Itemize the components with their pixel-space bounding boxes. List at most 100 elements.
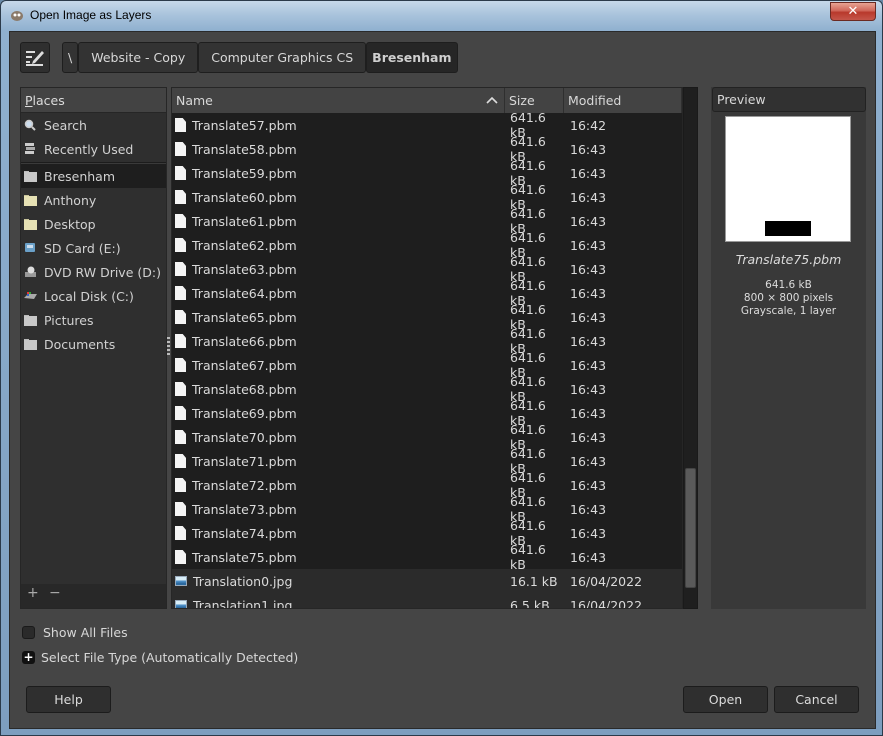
file-row[interactable]: Translate73.pbm 641.6 kB 16:43: [172, 494, 682, 524]
place-label: DVD RW Drive (D:): [44, 264, 161, 280]
place-item[interactable]: SD Card (E:): [21, 236, 166, 260]
open-button[interactable]: Open: [683, 686, 768, 713]
file-row[interactable]: Translate62.pbm 641.6 kB 16:43: [172, 230, 682, 260]
file-name: Translate68.pbm: [192, 381, 297, 397]
dvd-drive-icon: [24, 266, 38, 278]
image-file-icon: [175, 576, 187, 586]
file-row[interactable]: Translate68.pbm 641.6 kB 16:43: [172, 374, 682, 404]
breadcrumb-item[interactable]: Computer Graphics CS: [198, 42, 367, 73]
select-file-type-expander[interactable]: + Select File Type (Automatically Detect…: [22, 650, 298, 665]
file-list: Name Size Modified Translate57.pbm 641.6 …: [171, 87, 683, 609]
place-item[interactable]: Pictures: [21, 308, 166, 332]
file-row[interactable]: Translate67.pbm 641.6 kB 16:43: [172, 350, 682, 380]
file-name-cell: Translate59.pbm: [172, 166, 505, 181]
file-name: Translate63.pbm: [192, 261, 297, 277]
place-item[interactable]: Bresenham: [21, 164, 166, 188]
file-modified: 16:43: [570, 237, 607, 253]
breadcrumb-item[interactable]: Website - Copy: [78, 42, 199, 73]
file-row[interactable]: Translate59.pbm 641.6 kB 16:43: [172, 158, 682, 188]
file-modified: 16:43: [570, 333, 607, 349]
local-disk-icon: [24, 290, 38, 302]
folder-icon: [24, 338, 38, 350]
file-row[interactable]: Translate72.pbm 641.6 kB 16:43: [172, 470, 682, 500]
file-rows: Translate57.pbm 641.6 kB 16:42 Translate58.…: [172, 110, 682, 609]
help-button[interactable]: Help: [26, 686, 111, 713]
window-title: Open Image as Layers: [30, 8, 152, 22]
file-row[interactable]: Translate66.pbm 641.6 kB 16:43: [172, 326, 682, 356]
edit-path-icon: [26, 51, 44, 66]
file-modified: 16:43: [570, 429, 607, 445]
file-size: 641.6 kB: [510, 542, 546, 572]
file-modified: 16:43: [570, 405, 607, 421]
pane-resize-handle[interactable]: [167, 337, 170, 357]
place-item[interactable]: Recently Used: [21, 137, 166, 161]
document-file-icon: [175, 310, 186, 324]
file-row[interactable]: Translate64.pbm 641.6 kB 16:43: [172, 278, 682, 308]
file-modified: 16:43: [570, 549, 607, 565]
mnemonic: P: [25, 93, 33, 108]
file-name-cell: Translate65.pbm: [172, 310, 505, 325]
file-row[interactable]: Translate75.pbm 641.6 kB 16:43: [172, 542, 682, 572]
place-item[interactable]: Local Disk (C:): [21, 284, 166, 308]
file-row[interactable]: Translate63.pbm 641.6 kB 16:43: [172, 254, 682, 284]
show-all-files-label: Show All Files: [43, 625, 128, 640]
file-modified: 16:43: [570, 285, 607, 301]
scrollbar-thumb[interactable]: [685, 468, 696, 588]
place-item[interactable]: Desktop: [21, 212, 166, 236]
sd-card-icon: [24, 242, 38, 254]
cancel-button[interactable]: Cancel: [774, 686, 859, 713]
place-item[interactable]: Anthony: [21, 188, 166, 212]
file-name: Translation1.jpg: [193, 597, 293, 609]
file-list-scrollbar[interactable]: [683, 87, 698, 609]
file-row[interactable]: Translate58.pbm 641.6 kB 16:43: [172, 134, 682, 164]
breadcrumb: \ Website - Copy Computer Graphics CS Br…: [62, 42, 458, 73]
document-file-icon: [175, 502, 186, 516]
show-all-files-checkbox[interactable]: [22, 626, 35, 639]
file-row[interactable]: Translate61.pbm 641.6 kB 16:43: [172, 206, 682, 236]
breadcrumb-item-current[interactable]: Bresenham: [366, 42, 458, 73]
add-bookmark-button[interactable]: +: [27, 585, 39, 601]
breadcrumb-root[interactable]: \: [62, 42, 79, 73]
document-file-icon: [175, 214, 186, 228]
file-name-cell: Translate72.pbm: [172, 478, 505, 493]
file-row[interactable]: Translate74.pbm 641.6 kB 16:43: [172, 518, 682, 548]
file-name-cell: Translate58.pbm: [172, 142, 505, 157]
places-header[interactable]: Places: [21, 88, 166, 113]
file-row[interactable]: Translate69.pbm 641.6 kB 16:43: [172, 398, 682, 428]
column-header-size[interactable]: Size: [505, 88, 564, 113]
thumbnail-content: [765, 221, 811, 236]
file-name-cell: Translate63.pbm: [172, 262, 505, 277]
file-modified: 16:43: [570, 381, 607, 397]
dialog-body: \ Website - Copy Computer Graphics CS Br…: [9, 31, 876, 729]
file-row[interactable]: Translation0.jpg 16.1 kB 16/04/2022: [172, 569, 682, 593]
file-list-header: Name Size Modified: [172, 88, 682, 113]
document-file-icon: [175, 406, 186, 420]
column-header-name[interactable]: Name: [172, 88, 505, 113]
document-file-icon: [175, 118, 186, 132]
place-label: Anthony: [44, 192, 97, 208]
title-bar[interactable]: Open Image as Layers ✕: [1, 1, 882, 31]
file-name: Translate62.pbm: [192, 237, 297, 253]
column-label: Name: [176, 93, 213, 108]
show-all-files-option[interactable]: Show All Files: [22, 625, 128, 640]
type-location-button[interactable]: [20, 42, 50, 73]
file-name: Translate71.pbm: [192, 453, 297, 469]
file-row[interactable]: Translate71.pbm 641.6 kB 16:43: [172, 446, 682, 476]
file-name-cell: Translate69.pbm: [172, 406, 505, 421]
place-item[interactable]: Documents: [21, 332, 166, 356]
file-row[interactable]: Translate65.pbm 641.6 kB 16:43: [172, 302, 682, 332]
column-header-modified[interactable]: Modified: [564, 88, 682, 113]
file-modified: 16:43: [570, 453, 607, 469]
preview-header: Preview: [712, 87, 866, 112]
file-row[interactable]: Translate70.pbm 641.6 kB 16:43: [172, 422, 682, 452]
place-item[interactable]: DVD RW Drive (D:): [21, 260, 166, 284]
remove-bookmark-button[interactable]: −: [49, 585, 61, 601]
file-row[interactable]: Translate57.pbm 641.6 kB 16:42: [172, 110, 682, 140]
place-item[interactable]: Search: [21, 113, 166, 137]
file-name: Translate72.pbm: [192, 477, 297, 493]
file-row[interactable]: Translation1.jpg 6.5 kB 16/04/2022: [172, 593, 682, 609]
places-footer: + −: [21, 584, 166, 608]
file-row[interactable]: Translate60.pbm 641.6 kB 16:43: [172, 182, 682, 212]
close-button[interactable]: ✕: [830, 2, 876, 21]
preview-info: 641.6 kB 800 × 800 pixels Grayscale, 1 l…: [711, 279, 866, 318]
